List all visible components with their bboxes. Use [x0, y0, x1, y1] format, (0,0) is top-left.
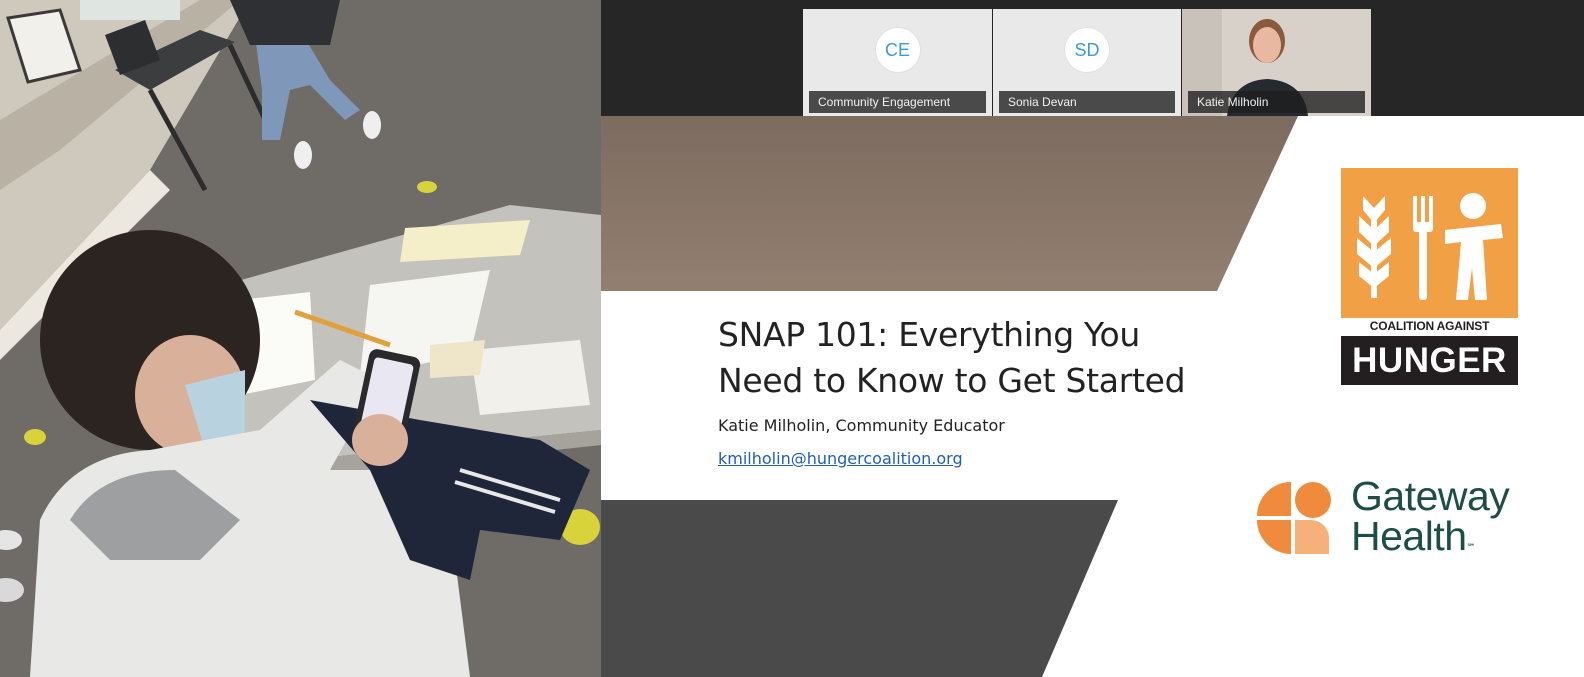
meeting-view: SNAP 101: Everything You Need to Know to… — [601, 0, 1584, 677]
participant-name: Community Engagement — [809, 91, 986, 113]
gateway-text: Gateway — [1351, 473, 1510, 519]
health-text: Health℠ — [1351, 516, 1509, 567]
participant-avatar: SD — [1065, 28, 1109, 72]
coalition-against-hunger-logo: COALITION AGAINST HUNGER — [1341, 168, 1518, 385]
participant-avatar: CE — [875, 28, 920, 72]
participant-tile-sonia-devan[interactable]: SD Sonia Devan — [993, 9, 1181, 116]
slide-title-line1: SNAP 101: Everything You — [718, 315, 1141, 354]
logo-coalition-text: COALITION AGAINST — [1369, 319, 1490, 333]
participant-tile-community-engagement[interactable]: CE Community Engagement — [803, 9, 992, 116]
gateway-health-text: Gateway Health℠ — [1351, 473, 1510, 567]
shared-slide: SNAP 101: Everything You Need to Know to… — [601, 116, 1584, 677]
participant-name: Sonia Devan — [999, 91, 1175, 113]
gateway-health-logo: Gateway Health℠ — [1253, 476, 1553, 566]
slide-title-line2: Need to Know to Get Started — [718, 361, 1186, 400]
classroom-scene — [0, 0, 601, 677]
slide-presenter: Katie Milholin, Community Educator — [718, 416, 1005, 435]
classroom-photo — [0, 0, 601, 677]
wheat-fork-person-icon — [1341, 168, 1518, 318]
participant-tile-katie-milholin[interactable]: Katie Milholin — [1182, 9, 1371, 116]
gateway-health-mark-icon — [1257, 482, 1331, 554]
slide-title: SNAP 101: Everything You Need to Know to… — [718, 312, 1186, 404]
health-word: Health — [1351, 513, 1467, 559]
service-mark: ℠ — [1466, 542, 1476, 552]
slide-email-link[interactable]: kmilholin@hungercoalition.org — [718, 449, 963, 468]
participant-name: Katie Milholin — [1188, 91, 1365, 113]
logo-hunger-text: HUNGER — [1341, 336, 1518, 385]
